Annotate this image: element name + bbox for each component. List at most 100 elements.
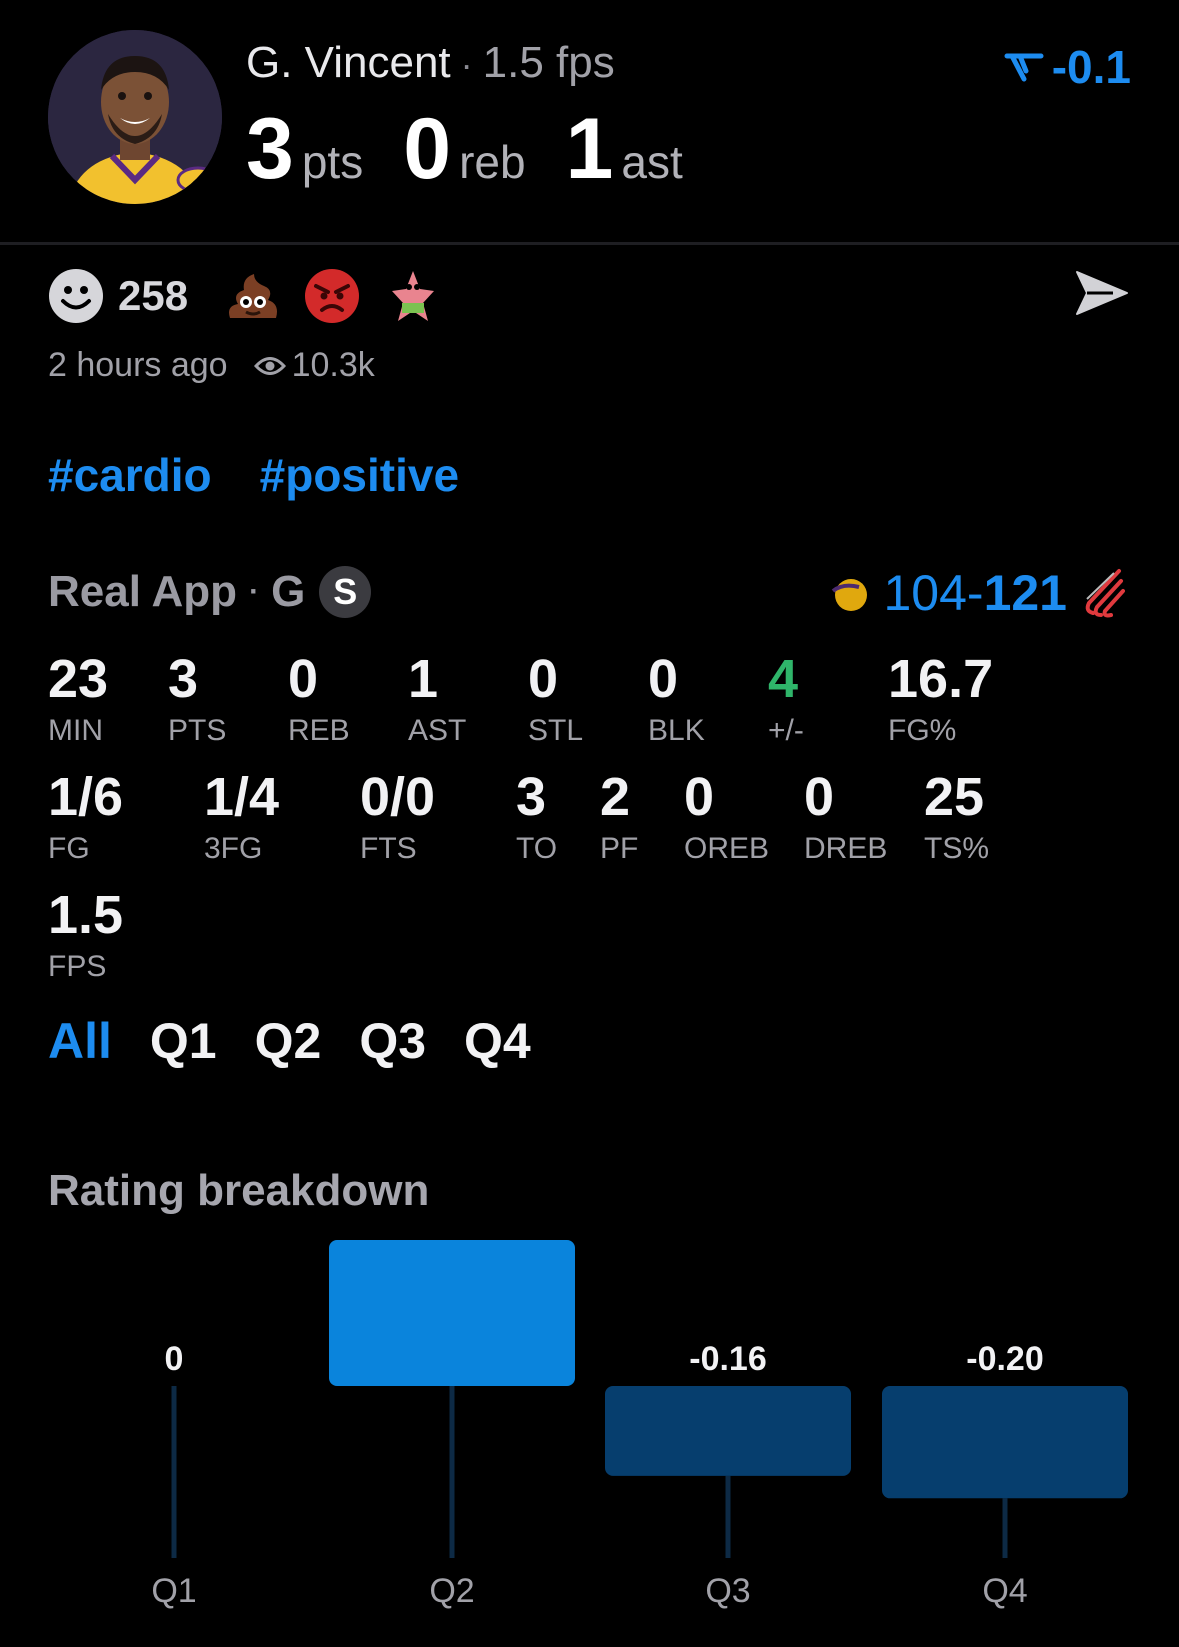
rating-delta[interactable]: -0.1 [1004, 40, 1131, 94]
stat-oreb: 0 OREB [684, 770, 769, 864]
reaction-count: 258 [118, 272, 189, 319]
player-name[interactable]: G. Vincent [246, 38, 451, 87]
tag-cardio[interactable]: #cardio [48, 448, 212, 502]
share-send-icon[interactable] [1073, 268, 1131, 323]
score-left: 104 [883, 565, 967, 621]
stat-label: FTS [360, 832, 417, 865]
stat-value: 1/4 [204, 767, 280, 827]
poop-emoji-icon[interactable] [224, 268, 282, 324]
angry-face-emoji-icon[interactable] [304, 268, 360, 324]
ast-unit: ast [621, 136, 683, 188]
post-meta: 2 hours ago 10.3k [48, 346, 375, 385]
stat-value: 1 [408, 649, 439, 709]
stat-label: PF [600, 832, 639, 865]
rating-delta-value: -0.1 [1051, 41, 1131, 93]
stat-value: 0 [684, 767, 715, 827]
tab-all[interactable]: All [48, 1012, 112, 1070]
tag-list: #cardio #positive [48, 448, 459, 502]
stat-value: 0 [288, 649, 319, 709]
stat-value: 0 [648, 649, 679, 709]
stat-label: OREB [684, 832, 770, 865]
tab-q3[interactable]: Q3 [359, 1012, 426, 1070]
reactions-row: 258 [48, 266, 436, 326]
time-ago: 2 hours ago [48, 346, 228, 384]
pts-value: 3 [246, 101, 294, 197]
fps-label: 1.5 fps [482, 38, 615, 87]
score-text: 104-121 [883, 564, 1067, 622]
stat-label: TS% [924, 832, 990, 865]
stat-ts-pct: 25 TS% [924, 770, 989, 864]
stat-fps: 1.5 FPS [48, 888, 123, 982]
smiley-icon[interactable] [48, 268, 104, 324]
stat-to: 3 TO [516, 770, 557, 864]
separator-dot: · [460, 44, 473, 85]
lakers-logo-icon [832, 579, 868, 611]
bar-q2[interactable] [329, 1240, 575, 1386]
headline-statline: 3 pts 0 reb 1 ast [246, 100, 723, 199]
game-separator: · [249, 575, 260, 608]
app-name: Real App [48, 567, 238, 616]
stat-value: 1.5 [48, 885, 124, 945]
stat-label: REB [288, 714, 350, 747]
stat-fg-pct: 16.7 FG% [888, 652, 993, 746]
stat-label: DREB [804, 832, 888, 865]
bar-q4[interactable] [882, 1386, 1128, 1499]
stat-pf: 2 PF [600, 770, 638, 864]
stat-value: 23 [48, 649, 109, 709]
stat-label: FPS [48, 950, 107, 983]
player-photo-icon [48, 30, 222, 204]
eye-icon [253, 356, 286, 375]
player-position: G [271, 567, 306, 616]
pts-unit: pts [301, 136, 364, 188]
stat-label: AST [408, 714, 467, 747]
data-label-q3: -0.16 [689, 1340, 767, 1378]
stat-reb: 0 REB [288, 652, 350, 746]
stat-fts: 0/0 FTS [360, 770, 435, 864]
patrick-star-sticker-icon[interactable] [390, 267, 436, 325]
stat-value: 2 [600, 767, 631, 827]
stat-ast: 1 AST [408, 652, 466, 746]
views: 10.3k [253, 346, 375, 385]
stat-blk: 0 BLK [648, 652, 705, 746]
stat-3fg: 1/4 3FG [204, 770, 279, 864]
stat-value: 0 [528, 649, 559, 709]
stat-value: 16.7 [888, 649, 994, 709]
tab-q1[interactable]: Q1 [150, 1012, 217, 1070]
x-tick-q3: Q3 [705, 1572, 750, 1610]
stat-label: STL [528, 714, 584, 747]
stat-value: 3 [168, 649, 199, 709]
stat-plus-minus: 4 +/- [768, 652, 804, 746]
data-label-q4: -0.20 [966, 1340, 1044, 1378]
view-count: 10.3k [291, 346, 375, 384]
player-avatar[interactable] [48, 30, 222, 204]
tag-positive[interactable]: #positive [260, 448, 459, 502]
player-name-line: G. Vincent · 1.5 fps [246, 38, 615, 88]
stat-min: 23 MIN [48, 652, 108, 746]
stat-value: 3 [516, 767, 547, 827]
ast-value: 1 [565, 101, 614, 197]
stat-fg: 1/6 FG [48, 770, 123, 864]
rating-breakdown-chart: 0Q10.26Q2-0.16Q3-0.20Q4 [151, 1240, 1128, 1610]
stat-label: +/- [768, 714, 804, 747]
stat-value: 0/0 [360, 767, 436, 827]
quarter-tabs: All Q1 Q2 Q3 Q4 [48, 1012, 531, 1070]
bar-q3[interactable] [605, 1386, 851, 1476]
stat-pts: 3 PTS [168, 652, 226, 746]
stat-label: 3FG [204, 832, 263, 865]
reb-value: 0 [403, 101, 452, 197]
stat-value: 1/6 [48, 767, 124, 827]
data-label-q1: 0 [165, 1340, 184, 1378]
tab-q2[interactable]: Q2 [255, 1012, 322, 1070]
header-divider [0, 242, 1179, 245]
stat-value: 25 [924, 767, 985, 827]
score-separator: - [966, 565, 984, 621]
stat-value: 0 [804, 767, 835, 827]
starter-badge: S [319, 566, 372, 618]
score-right: 121 [983, 565, 1067, 621]
stat-value: 4 [768, 649, 799, 709]
stat-label: MIN [48, 714, 103, 747]
game-score[interactable]: 104-121 [829, 564, 1125, 622]
tab-q4[interactable]: Q4 [464, 1012, 531, 1070]
x-tick-q4: Q4 [982, 1572, 1027, 1610]
stat-label: FG% [888, 714, 957, 747]
